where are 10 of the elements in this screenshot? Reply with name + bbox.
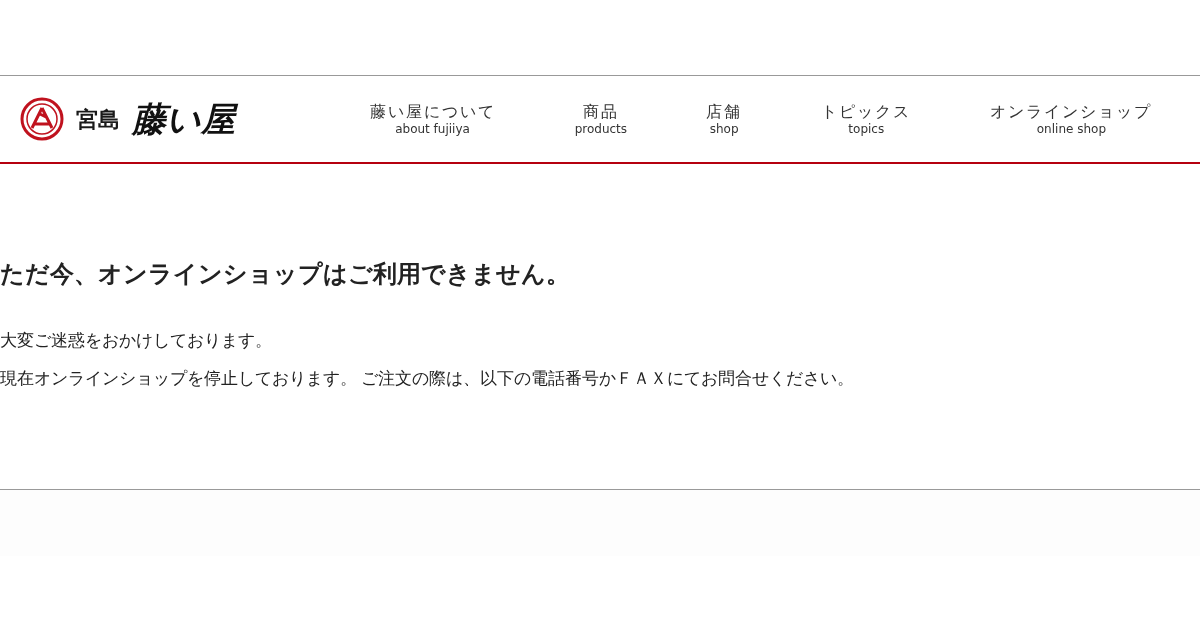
nav-link[interactable]: 藤い屋について about fujiiya bbox=[369, 101, 496, 137]
nav-link[interactable]: トピックス topics bbox=[821, 101, 912, 137]
nav-link[interactable]: 商品 products bbox=[574, 101, 628, 137]
nav-link[interactable]: オンラインショップ online shop bbox=[990, 101, 1153, 137]
notice-paragraph: 大変ご迷惑をおかけしております。 bbox=[0, 330, 273, 352]
logo-prefix: 宮島 bbox=[76, 105, 120, 134]
logo-icon bbox=[20, 97, 64, 141]
notice-paragraph: 現在オンラインショップを停止しております。 ご注文の際は、以下の電話番号かＦＡＸにてお問合せください。 bbox=[0, 367, 856, 390]
notice-heading: ただ今、オンラインショップはご利用できません。 bbox=[0, 260, 571, 289]
nav-link[interactable]: 店舗 shop bbox=[706, 101, 743, 137]
